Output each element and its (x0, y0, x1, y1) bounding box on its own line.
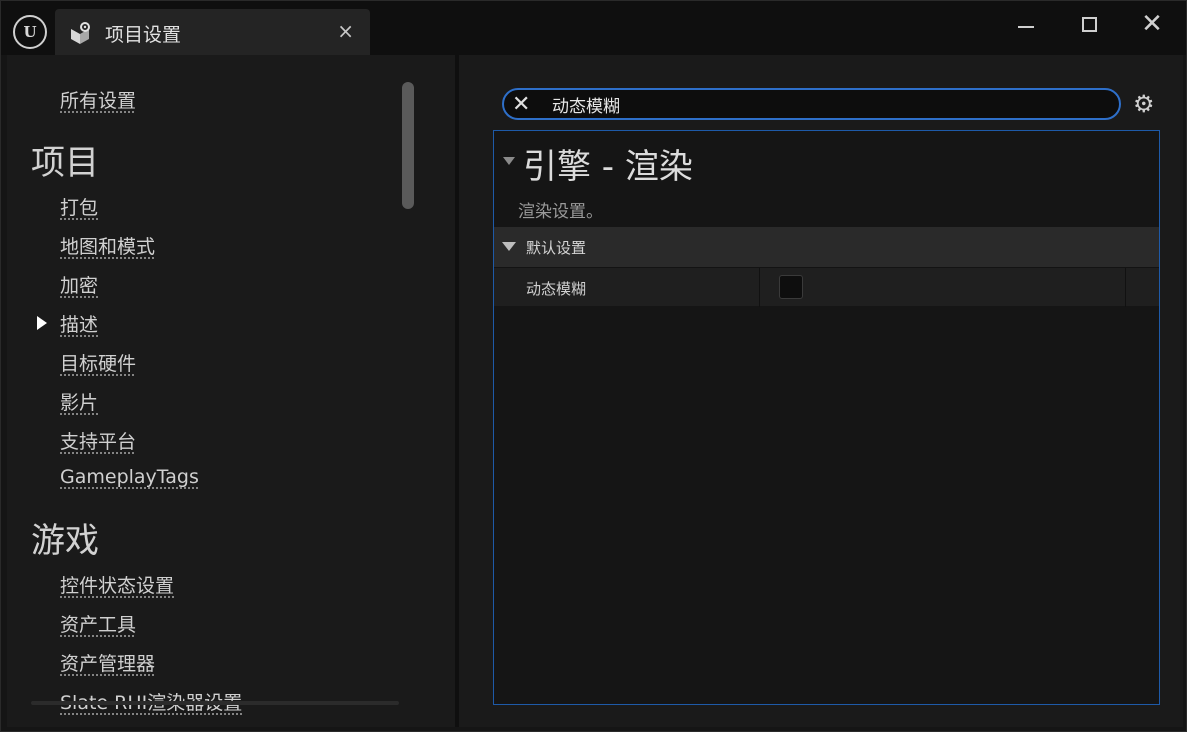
reset-column-divider (1125, 268, 1126, 307)
settings-sidebar: 所有设置 项目 打包 地图和模式 加密 描述 目标硬件 影片 支持平台 Game… (7, 55, 455, 727)
sidebar-item-target-hardware[interactable]: 目标硬件 (60, 349, 136, 376)
sidebar-item-crypto[interactable]: 加密 (60, 271, 98, 298)
search-box: ✕ (502, 88, 1121, 120)
tab-project-settings[interactable]: 项目设置 × (55, 9, 370, 55)
minimize-icon (1018, 26, 1034, 28)
title-bar: U 项目设置 × ✕ (1, 1, 1186, 55)
column-splitter[interactable] (759, 268, 760, 307)
group-label: 默认设置 (526, 239, 587, 257)
maximize-icon (1081, 16, 1097, 32)
sidebar-item-asset-tools[interactable]: 资产工具 (60, 610, 136, 637)
group-header-default[interactable]: 默认设置 (494, 227, 1159, 267)
maximize-button[interactable] (1069, 9, 1109, 39)
sidebar-item-description[interactable]: 描述 (60, 310, 98, 337)
sidebar-item-maps-modes[interactable]: 地图和模式 (60, 232, 155, 259)
section-title-game: 游戏 (31, 521, 99, 561)
sidebar-item-gameplay-tags[interactable]: GameplayTags (60, 466, 199, 488)
category-collapse-icon[interactable] (503, 157, 515, 165)
category-description: 渲染设置。 (518, 202, 603, 222)
group-collapse-icon[interactable] (502, 242, 516, 251)
close-window-button[interactable]: ✕ (1132, 9, 1172, 39)
gear-icon[interactable]: ⚙ (1133, 91, 1155, 117)
search-results-panel: 引擎 - 渲染 渲染设置。 默认设置 动态模糊 (493, 130, 1160, 705)
sidebar-scrollbar[interactable] (402, 82, 414, 209)
sidebar-item-widget-state[interactable]: 控件状态设置 (60, 571, 174, 598)
selected-arrow-icon (37, 316, 47, 330)
motion-blur-checkbox[interactable] (779, 275, 803, 299)
project-settings-window: U 项目设置 × ✕ 所有设置 项目 打包 地图和模式 加密 描述 目标硬件 影… (0, 0, 1187, 732)
unreal-logo-icon[interactable]: U (13, 15, 47, 49)
category-title: 引擎 - 渲染 (523, 147, 693, 187)
tab-close-button[interactable]: × (337, 19, 354, 43)
property-name: 动态模糊 (526, 280, 587, 298)
property-row-motion-blur: 动态模糊 (494, 267, 1159, 307)
sidebar-horizontal-scrollbar[interactable] (31, 701, 399, 705)
clear-search-button[interactable]: ✕ (512, 92, 530, 118)
settings-content: ✕ ⚙ 引擎 - 渲染 渲染设置。 默认设置 动态模糊 (459, 55, 1183, 727)
search-input[interactable] (552, 92, 1092, 116)
sidebar-item-asset-manager[interactable]: 资产管理器 (60, 649, 155, 676)
sidebar-item-packaging[interactable]: 打包 (60, 193, 98, 220)
sidebar-item-all-settings[interactable]: 所有设置 (60, 86, 136, 113)
settings-cube-icon (71, 22, 90, 44)
sidebar-item-supported-platforms[interactable]: 支持平台 (60, 427, 136, 454)
tab-title: 项目设置 (105, 24, 182, 46)
minimize-button[interactable] (1006, 9, 1046, 39)
section-title-project: 项目 (31, 143, 99, 183)
sidebar-item-movies[interactable]: 影片 (60, 388, 98, 415)
